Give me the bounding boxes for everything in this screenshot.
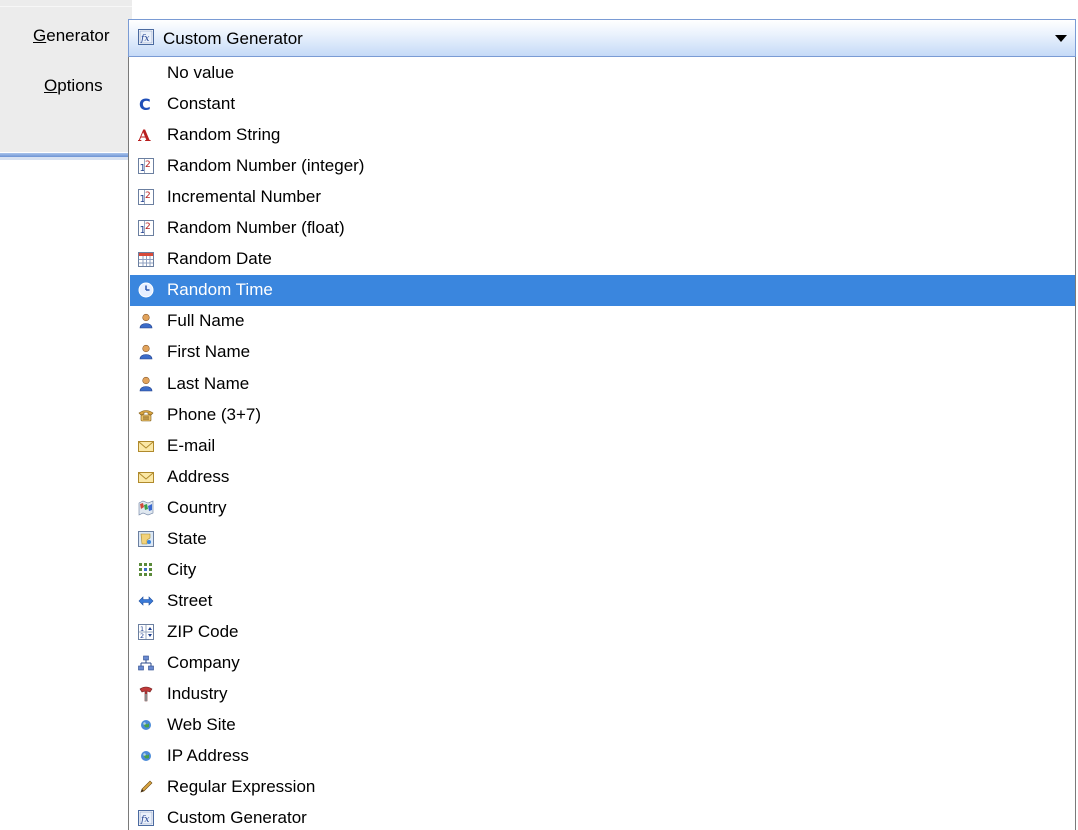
number-icon: 12 <box>138 189 154 206</box>
option-random-date[interactable]: Random Date <box>130 244 1075 275</box>
option-label: Custom Generator <box>167 808 307 828</box>
option-label: No value <box>167 63 235 82</box>
option-e-mail[interactable]: E-mail <box>130 431 1075 462</box>
option-constant[interactable]: C Constant <box>130 89 1075 120</box>
option-label: ZIP Code <box>167 621 239 641</box>
option-street[interactable]: Street <box>130 586 1075 617</box>
calendar-icon <box>138 251 154 268</box>
option-label: Company <box>167 652 240 672</box>
option-random-number-float[interactable]: 1 2 Random Number (float) <box>130 213 1075 244</box>
option-random-string[interactable]: A Random String <box>130 120 1075 151</box>
svg-text:2: 2 <box>140 632 144 640</box>
generator-dialog: Generator Options fx Custom Generator No… <box>0 0 1078 830</box>
option-label: First Name <box>167 342 251 362</box>
option-label: Random Number (integer) <box>167 156 365 176</box>
number-icon: 12 <box>138 220 154 237</box>
zip-icon: 12 <box>138 623 154 640</box>
option-label: Web Site <box>167 715 236 735</box>
option-city[interactable]: City <box>130 555 1075 586</box>
option-last-name[interactable]: Last Name <box>130 369 1075 400</box>
option-random-time[interactable]: Random Time <box>130 275 1075 307</box>
panel-edge <box>0 6 132 7</box>
option-label: E-mail <box>167 435 216 455</box>
phone-icon <box>138 407 154 423</box>
svg-text:2: 2 <box>145 191 151 201</box>
option-label: Country <box>167 497 227 517</box>
option-regular-expression[interactable]: Regular Expression <box>130 772 1075 803</box>
option-ip-address[interactable]: IP Address <box>130 741 1075 772</box>
svg-text:fx: fx <box>140 34 149 44</box>
svg-text:fx: fx <box>140 815 149 825</box>
generator-dropdown-list[interactable]: No value C Constant A Random String 1 2 Random … <box>128 57 1076 830</box>
option-label: Incremental Number <box>167 187 322 207</box>
option-label: IP Address <box>167 746 249 766</box>
option-label: Full Name <box>167 311 245 331</box>
svg-text:A: A <box>138 127 151 143</box>
generator-label: Generator <box>33 26 110 45</box>
chevron-down-icon[interactable] <box>1055 35 1067 42</box>
custom-generator-icon: fx <box>138 810 154 827</box>
string-icon: A <box>138 127 154 143</box>
globe-icon <box>138 748 154 764</box>
custom-generator-icon: fx <box>138 29 154 45</box>
envelope-icon <box>138 469 154 485</box>
person-icon <box>138 344 154 360</box>
svg-text:2: 2 <box>145 160 151 170</box>
option-full-name[interactable]: Full Name <box>130 306 1075 337</box>
pencil-icon <box>138 779 154 795</box>
option-label: Last Name <box>167 373 250 393</box>
option-label: Phone (3+7) <box>167 404 262 424</box>
option-custom-generator[interactable]: fx Custom Generator <box>130 803 1075 830</box>
option-incremental-number[interactable]: 1 2 Incremental Number <box>130 182 1075 213</box>
option-web-site[interactable]: Web Site <box>130 710 1075 741</box>
city-icon <box>138 562 154 578</box>
constant-icon: C <box>138 96 154 112</box>
option-random-number-integer[interactable]: 1 2 Random Number (integer) <box>130 151 1075 182</box>
section-separator-shadow <box>0 157 132 160</box>
generator-combobox[interactable]: fx Custom Generator <box>128 19 1076 57</box>
globe-icon <box>138 717 154 733</box>
options-label[interactable]: Options <box>44 76 103 96</box>
option-industry[interactable]: Industry <box>130 679 1075 710</box>
option-label: Street <box>167 590 213 610</box>
option-label: Random Number (float) <box>167 218 345 238</box>
option-phone-3-7[interactable]: Phone (3+7) <box>130 400 1075 431</box>
combobox-selected-value: Custom Generator <box>163 29 303 48</box>
dialog-panel: Generator Options <box>0 0 132 152</box>
envelope-icon <box>138 438 154 454</box>
map-icon <box>138 500 154 516</box>
option-label: City <box>167 559 197 579</box>
option-company[interactable]: Company <box>130 648 1075 679</box>
svg-text:2: 2 <box>145 222 151 232</box>
option-label: Regular Expression <box>167 777 316 797</box>
industry-icon <box>138 686 154 702</box>
street-icon <box>138 593 154 609</box>
option-label: Random String <box>167 125 281 145</box>
clock-icon <box>138 282 154 298</box>
person-icon <box>138 313 154 329</box>
option-label: Random Time <box>167 280 273 300</box>
option-country[interactable]: Country <box>130 493 1075 524</box>
option-label: Random Date <box>167 249 272 269</box>
option-address[interactable]: Address <box>130 462 1075 493</box>
option-label: Address <box>167 466 230 486</box>
state-icon <box>138 530 154 547</box>
option-label: Industry <box>167 684 228 703</box>
option-label: State <box>167 528 207 548</box>
option-state[interactable]: State <box>130 524 1075 555</box>
option-no-value[interactable]: No value <box>130 58 1075 89</box>
company-icon <box>138 655 154 671</box>
option-first-name[interactable]: First Name <box>130 337 1075 368</box>
option-zip-code[interactable]: 1 2 ZIP Code <box>130 617 1075 648</box>
number-icon: 12 <box>138 158 154 175</box>
option-label: Constant <box>167 94 236 114</box>
person-icon <box>138 376 154 392</box>
svg-text:C: C <box>139 96 151 112</box>
